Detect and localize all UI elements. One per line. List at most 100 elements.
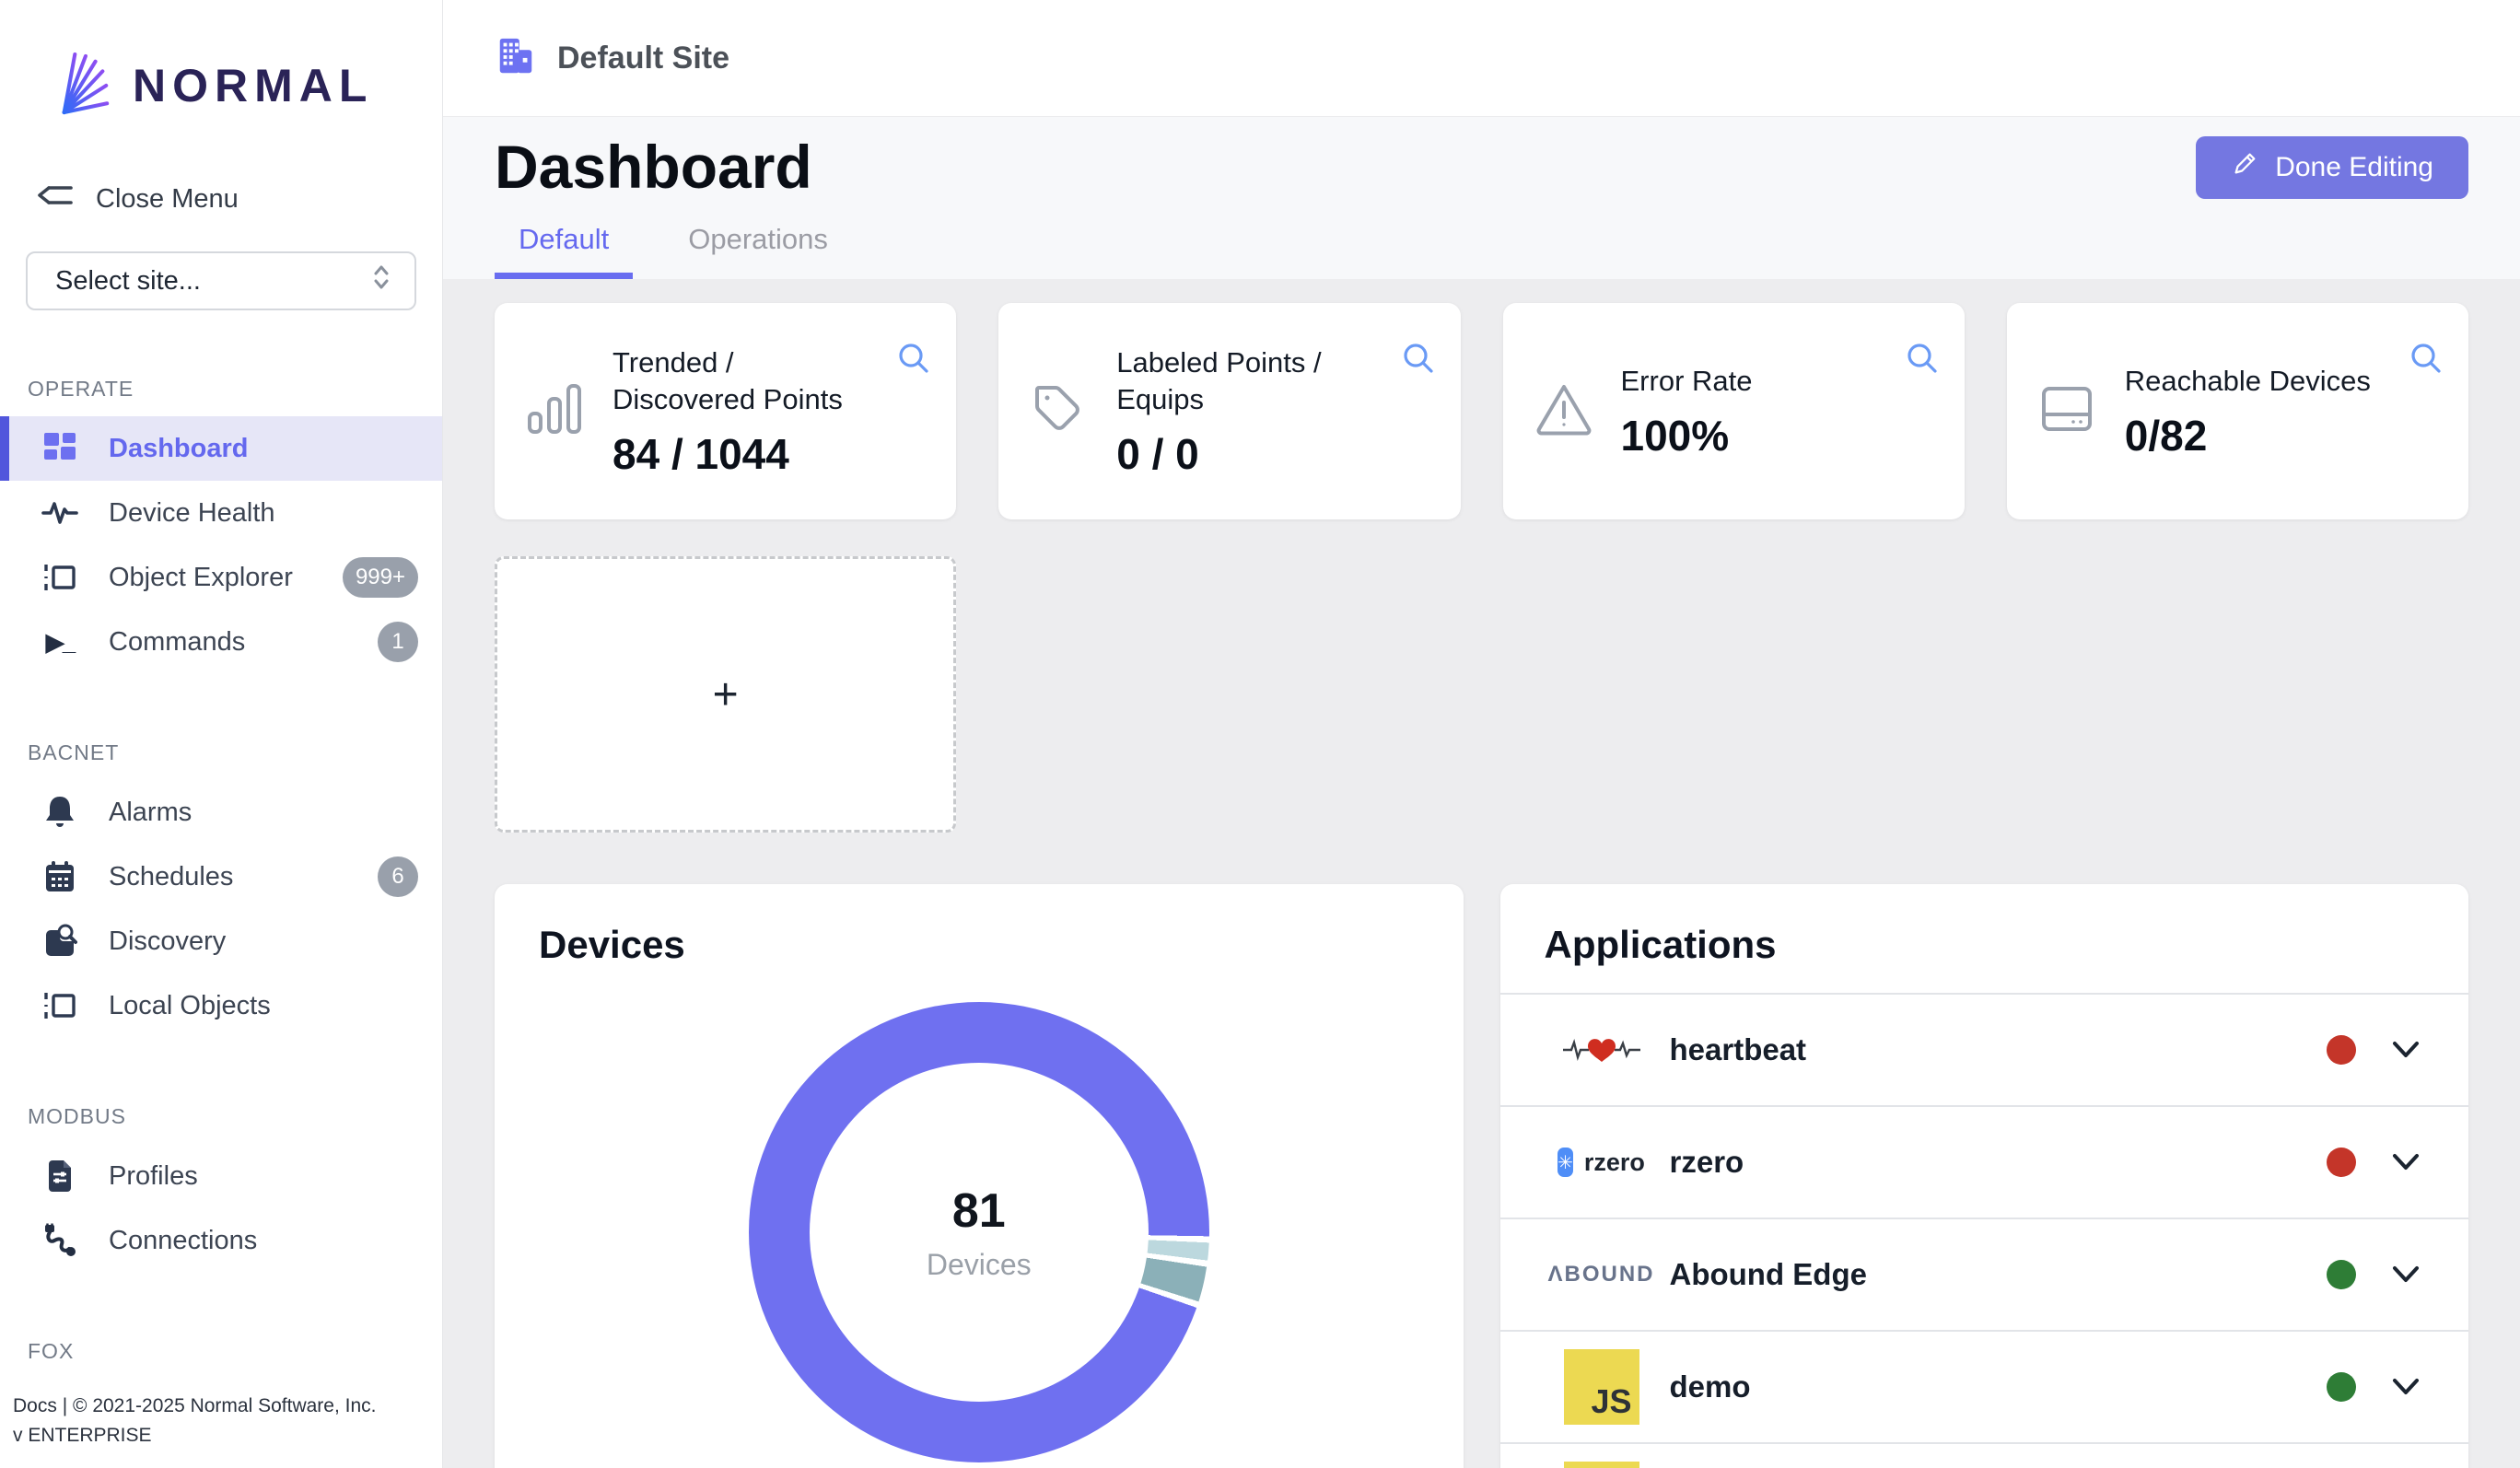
rzero-logo-icon: ✳ rzero <box>1559 1148 1644 1177</box>
sidebar-item-label: Profiles <box>109 1161 198 1192</box>
plus-icon: + <box>713 670 739 720</box>
warning-triangle-icon <box>1534 382 1595 440</box>
plug-cable-icon <box>41 1221 79 1260</box>
sidebar-item-label: Discovery <box>109 926 226 957</box>
section-label: OPERATE <box>0 377 442 402</box>
stats-row: Trended /Discovered Points 84 / 1044 <box>495 303 2468 519</box>
close-menu-button[interactable]: Close Menu <box>37 180 442 218</box>
close-menu-label: Close Menu <box>96 184 239 215</box>
chevron-down-icon[interactable] <box>2391 1264 2421 1285</box>
tab-operations[interactable]: Operations <box>664 223 852 279</box>
stat-value: 0 / 0 <box>1116 429 1321 479</box>
tab-default[interactable]: Default <box>495 223 633 279</box>
stat-label: Error Rate <box>1621 363 1753 400</box>
status-dot <box>2327 1260 2356 1289</box>
done-editing-button[interactable]: Done Editing <box>2196 136 2468 199</box>
sidebar-footer: Docs | © 2021-2025 Normal Software, Inc.… <box>0 1392 442 1468</box>
sidebar-item-label: Alarms <box>109 798 192 828</box>
stat-label: Labeled Points /Equips <box>1116 344 1321 419</box>
app-row-heartbeat[interactable]: heartbeat <box>1500 993 2469 1105</box>
sidebar-section-fox: FOX Connections <box>0 1339 442 1392</box>
stat-label: Trended /Discovered Points <box>612 344 843 419</box>
brand-wordmark: NORMAL <box>133 59 373 112</box>
sidebar-item-label: Dashboard <box>109 434 248 464</box>
terminal-icon: ▶_ <box>41 623 79 661</box>
sidebar-item-profiles[interactable]: Profiles <box>0 1144 442 1208</box>
site-select-value: Select site... <box>55 266 201 297</box>
search-icon[interactable] <box>1904 340 1941 379</box>
search-icon[interactable] <box>895 340 932 379</box>
sidebar-item-object-explorer[interactable]: Object Explorer 999+ <box>0 545 442 610</box>
sidebar-item-label: Connections <box>109 1226 257 1256</box>
sidebar-item-label: Schedules <box>109 862 233 892</box>
stat-card-trended-points: Trended /Discovered Points 84 / 1044 <box>495 303 956 519</box>
devices-panel-title: Devices <box>495 884 1464 993</box>
done-editing-label: Done Editing <box>2275 152 2433 183</box>
section-label: MODBUS <box>0 1104 442 1129</box>
unfold-chevrons-icon <box>368 262 394 299</box>
app-row-abound-edge[interactable]: ΛBOUND Abound Edge <box>1500 1218 2469 1330</box>
docs-link[interactable]: Docs <box>13 1395 57 1416</box>
js-logo-icon: JS <box>1559 1349 1644 1425</box>
building-icon <box>495 35 537 82</box>
topbar: Default Site <box>443 0 2520 117</box>
sidebar-item-dashboard[interactable]: Dashboard <box>0 416 442 481</box>
devices-panel: Devices 81 Devices <box>495 884 1464 1468</box>
hard-drive-icon <box>2038 383 2099 439</box>
search-icon[interactable] <box>2408 340 2444 379</box>
sidebar-item-device-health[interactable]: Device Health <box>0 481 442 545</box>
sidebar: NORMAL Close Menu Select site... OPERATE <box>0 0 443 1468</box>
sidebar-section-operate: OPERATE Dashboard Device Health <box>0 377 442 674</box>
count-badge: 6 <box>378 856 418 897</box>
copyright-text: © 2021-2025 Normal Software, Inc. <box>73 1395 376 1416</box>
app-row-demo[interactable]: JS demo <box>1500 1330 2469 1442</box>
count-badge: 999+ <box>343 557 418 598</box>
stat-label: Reachable Devices <box>2125 363 2371 400</box>
abound-logo-icon: ΛBOUND <box>1559 1262 1644 1287</box>
hero-header: Dashboard Done Editing Default Operation… <box>443 117 2520 279</box>
dashboard-content: Trended /Discovered Points 84 / 1044 <box>443 279 2520 1468</box>
stat-value: 0/82 <box>2125 411 2371 460</box>
stat-value: 84 / 1044 <box>612 429 843 479</box>
sidebar-item-commands[interactable]: ▶_ Commands 1 <box>0 610 442 674</box>
footer-separator: | <box>63 1395 67 1416</box>
version-text: v ENTERPRISE <box>13 1421 424 1451</box>
count-badge: 1 <box>378 622 418 662</box>
site-select-dropdown[interactable]: Select site... <box>26 251 416 310</box>
chevron-down-icon[interactable] <box>2391 1377 2421 1397</box>
object-frame-icon <box>41 986 79 1025</box>
sidebar-item-alarms[interactable]: Alarms <box>0 780 442 845</box>
status-dot <box>2327 1372 2356 1402</box>
app-name: demo <box>1670 1369 1751 1404</box>
bottom-row: Devices 81 Devices Applications <box>495 884 2468 1468</box>
page-magnifier-icon <box>41 922 79 961</box>
app-row-partial[interactable]: JS <box>1500 1442 2469 1468</box>
heartbeat-ecg-logo-icon <box>1559 1031 1644 1069</box>
stat-value: 100% <box>1621 411 1753 460</box>
sidebar-item-schedules[interactable]: Schedules 6 <box>0 845 442 909</box>
page-title: Dashboard <box>495 135 812 199</box>
chevron-down-icon[interactable] <box>2391 1040 2421 1060</box>
sidebar-nav: OPERATE Dashboard Device Health <box>0 310 442 1392</box>
sidebar-item-label: Commands <box>109 627 245 658</box>
devices-donut-chart[interactable]: 81 Devices <box>749 1002 1209 1462</box>
status-dot <box>2327 1035 2356 1065</box>
sidebar-item-modbus-connections[interactable]: Connections <box>0 1208 442 1273</box>
sidebar-item-discovery[interactable]: Discovery <box>0 909 442 973</box>
sidebar-section-bacnet: BACNET Alarms <box>0 740 442 1038</box>
search-icon[interactable] <box>1400 340 1437 379</box>
app-row-rzero[interactable]: ✳ rzero rzero <box>1500 1105 2469 1218</box>
sidebar-item-label: Object Explorer <box>109 563 293 593</box>
sidebar-item-label: Local Objects <box>109 991 271 1021</box>
sidebar-item-fox-connections[interactable]: Connections <box>0 1379 442 1392</box>
sidebar-item-local-objects[interactable]: Local Objects <box>0 973 442 1038</box>
brand-logo: NORMAL <box>0 0 442 121</box>
chevron-down-icon[interactable] <box>2391 1152 2421 1172</box>
donut-center-label: Devices <box>927 1248 1032 1282</box>
donut-center-value: 81 <box>952 1183 1006 1239</box>
add-widget-button[interactable]: + <box>495 556 956 833</box>
normal-rays-logo-icon <box>55 50 112 121</box>
app-name: heartbeat <box>1670 1032 1807 1067</box>
status-dot <box>2327 1148 2356 1177</box>
app-name: Abound Edge <box>1670 1257 1867 1292</box>
